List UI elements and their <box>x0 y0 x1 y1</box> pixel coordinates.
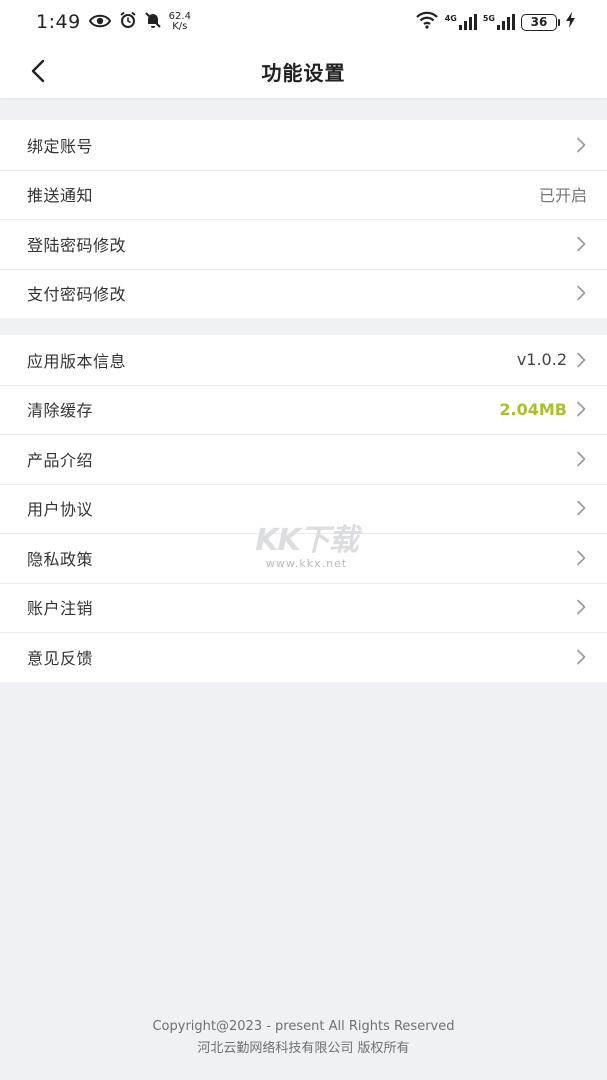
chevron-right-icon <box>575 401 587 417</box>
settings-item-bind-account[interactable]: 绑定账号 <box>0 120 607 170</box>
settings-item-payment-password[interactable]: 支付密码修改 <box>0 268 607 319</box>
watermark-logo: KK下载 <box>255 523 359 558</box>
settings-item-login-password[interactable]: 登陆密码修改 <box>0 219 607 269</box>
settings-item-label: 账户注销 <box>27 599 94 619</box>
battery-tip <box>558 18 560 26</box>
chevron-right-icon <box>575 236 587 252</box>
push-status-value: 已开启 <box>538 186 587 206</box>
chevron-right-icon <box>575 550 587 566</box>
settings-item-app-version[interactable]: 应用版本信息 v1.0.2 <box>0 335 607 385</box>
chevron-right-icon <box>575 451 587 467</box>
company-text: 河北云勤网络科技有限公司 版权所有 <box>197 1041 410 1056</box>
settings-group-account: 绑定账号 推送通知 已开启 登陆密码修改 支付密码修改 <box>0 120 607 318</box>
chevron-left-icon <box>31 59 45 83</box>
settings-item-label: 清除缓存 <box>27 401 94 421</box>
battery-indicator: 36 <box>521 13 560 31</box>
signal-4g: 4G <box>445 14 477 30</box>
back-button[interactable] <box>24 57 52 85</box>
charging-icon <box>566 12 575 32</box>
mute-icon <box>144 11 161 33</box>
watermark: KK下载 www.kkx.net <box>244 515 369 570</box>
page-title: 功能设置 <box>261 60 346 85</box>
settings-item-label: 隐私政策 <box>27 549 94 569</box>
settings-item-label: 绑定账号 <box>27 136 94 156</box>
settings-item-label: 支付密码修改 <box>27 285 127 305</box>
status-time: 1:49 <box>36 11 81 33</box>
settings-item-feedback[interactable]: 意见反馈 <box>0 632 607 682</box>
signal-4g-label: 4G <box>444 14 457 23</box>
network-speed: 62.4 K/s <box>169 12 191 32</box>
settings-item-label: 推送通知 <box>27 186 94 206</box>
settings-item-label: 用户协议 <box>27 500 94 520</box>
signal-5g: 5G <box>483 14 515 30</box>
chevron-right-icon <box>575 352 587 368</box>
settings-item-label: 意见反馈 <box>27 648 94 668</box>
settings-group-app: 应用版本信息 v1.0.2 清除缓存 2.04MB 产品介绍 用户协议 隐私政策… <box>0 335 607 682</box>
settings-item-label: 产品介绍 <box>27 450 94 470</box>
alarm-icon <box>119 11 137 33</box>
footer: Copyright@2023 - present All Rights Rese… <box>0 1016 607 1060</box>
signal-icon <box>497 14 515 30</box>
settings-item-clear-cache[interactable]: 清除缓存 2.04MB <box>0 384 607 435</box>
eye-icon <box>88 13 111 32</box>
cache-size-value: 2.04MB <box>499 399 567 419</box>
chevron-right-icon <box>575 649 587 665</box>
chevron-right-icon <box>575 500 587 516</box>
chevron-right-icon <box>575 137 587 153</box>
nav-bar: 功能设置 <box>0 44 607 98</box>
status-bar: 1:49 62.4 K/s 4G 5G 36 <box>0 0 607 44</box>
wifi-icon <box>415 11 439 33</box>
app-version-value: v1.0.2 <box>516 350 567 370</box>
network-speed-unit: K/s <box>172 21 188 32</box>
settings-item-label: 登陆密码修改 <box>27 235 127 255</box>
chevron-right-icon <box>575 285 587 301</box>
copyright-text: Copyright@2023 - present All Rights Rese… <box>152 1019 455 1034</box>
battery-level: 36 <box>521 13 557 31</box>
chevron-right-icon <box>575 599 587 615</box>
settings-item-delete-account[interactable]: 账户注销 <box>0 582 607 633</box>
settings-item-push-notification[interactable]: 推送通知 已开启 <box>0 169 607 220</box>
settings-item-label: 应用版本信息 <box>27 351 127 371</box>
signal-5g-label: 5G <box>482 14 495 23</box>
settings-item-product-intro[interactable]: 产品介绍 <box>0 434 607 484</box>
signal-icon <box>458 14 477 30</box>
